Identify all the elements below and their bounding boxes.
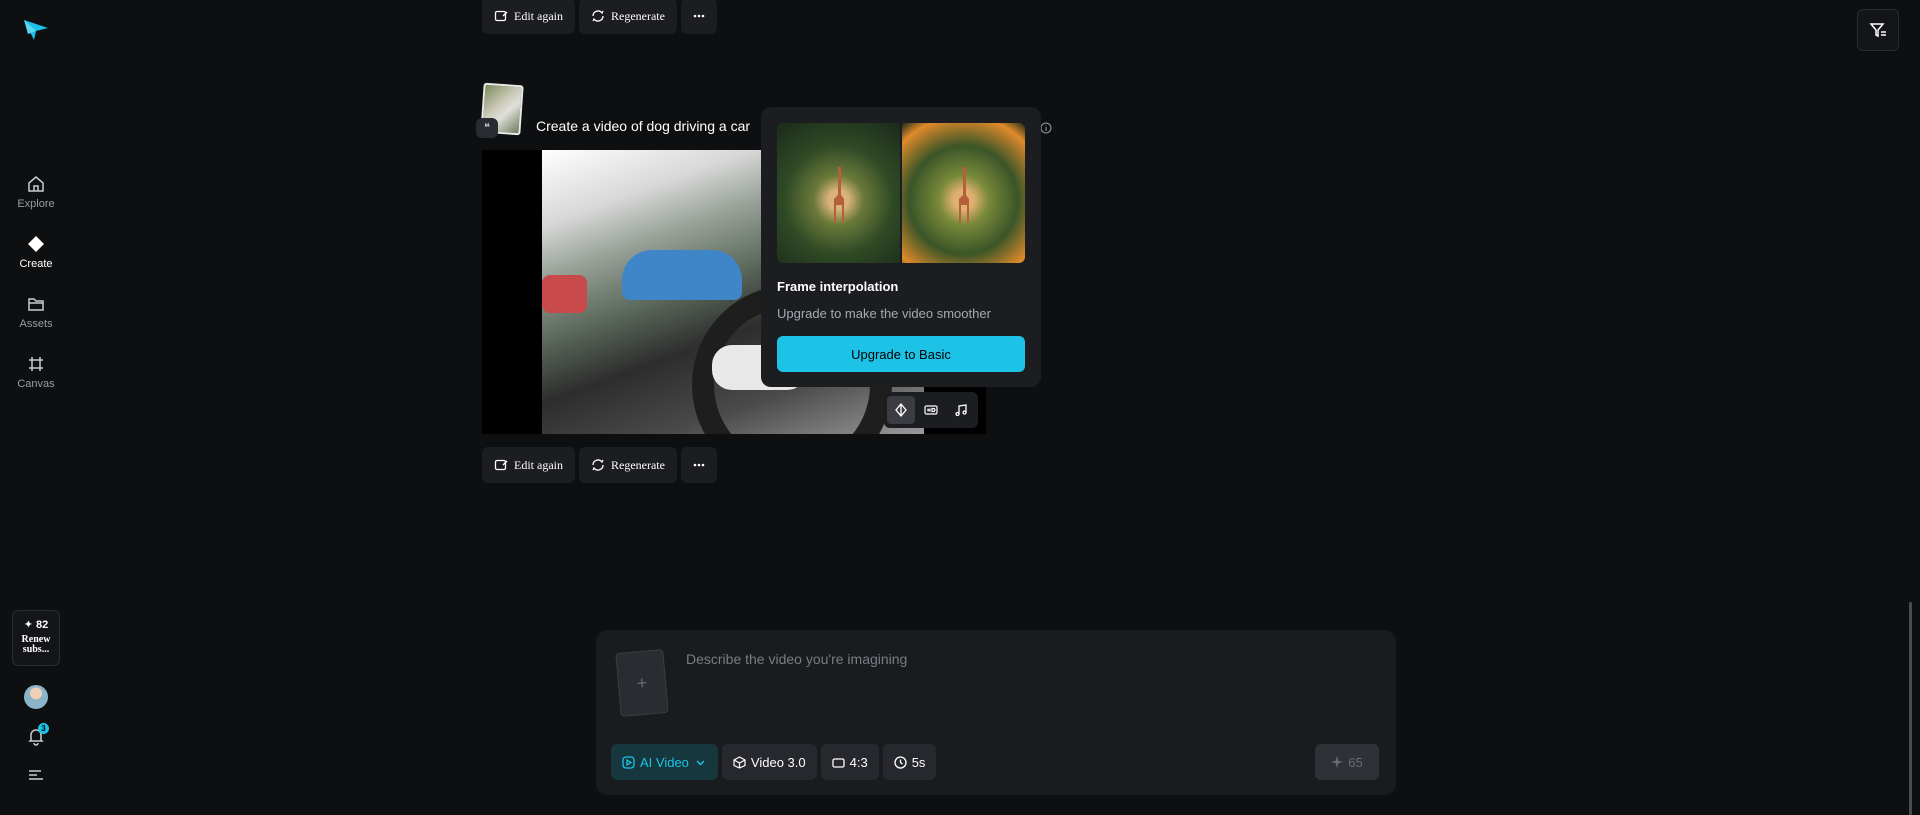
model-label: Video 3.0 — [750, 754, 806, 770]
canvas-icon — [29, 357, 43, 371]
add-image-button[interactable]: + — [615, 649, 669, 717]
filter-button[interactable] — [1857, 9, 1899, 51]
generate-cost: 65 — [1348, 754, 1363, 770]
sidebar-item-label: Canvas — [17, 378, 55, 390]
sidebar-item-canvas[interactable]: Canvas — [6, 354, 66, 402]
sidebar-item-label: Assets — [19, 318, 53, 330]
credits-value: 82 — [36, 619, 49, 631]
frame-interpolation-popover: Frame interpolation Upgrade to make the … — [761, 107, 1041, 387]
popover-subtitle: Upgrade to make the video smoother — [777, 306, 991, 321]
sidebar-item-label: Create — [19, 258, 53, 270]
diamond-icon — [28, 236, 44, 252]
more-options-button[interactable] — [680, 0, 717, 34]
more-options-button[interactable] — [680, 447, 717, 483]
video-toolbar — [884, 392, 978, 428]
more-icon — [693, 14, 705, 18]
before-image — [777, 123, 900, 263]
popover-title: Frame interpolation — [777, 279, 899, 294]
sidebar-item-assets[interactable]: Assets — [6, 294, 66, 342]
edit-again-label: Edit again — [514, 457, 563, 472]
regenerate-button[interactable]: Regenerate — [578, 447, 677, 483]
cube-icon — [733, 755, 746, 769]
mode-selector[interactable]: AI Video — [611, 744, 718, 780]
ratio-label: 4:3 — [849, 754, 868, 770]
regenerate-icon — [592, 459, 604, 471]
chevron-down-icon — [696, 760, 705, 765]
hd-upscale-button[interactable] — [917, 396, 945, 424]
generate-button[interactable]: 65 — [1315, 744, 1379, 780]
sidebar-item-explore[interactable]: Explore — [6, 174, 66, 222]
plus-icon: + — [635, 672, 649, 693]
video-frame-detail — [542, 275, 587, 313]
scrollbar[interactable] — [1909, 602, 1912, 815]
renew-subscription-link[interactable]: Renew subs... — [13, 635, 59, 655]
hd-icon — [924, 405, 938, 415]
quote-icon: ❝ — [476, 118, 498, 138]
more-icon — [693, 463, 705, 467]
clock-icon — [894, 755, 907, 769]
model-selector[interactable]: Video 3.0 — [721, 744, 817, 780]
frame-interpolation-button[interactable] — [887, 396, 915, 424]
giraffe-illustration — [959, 167, 970, 223]
sparkle-icon — [1331, 756, 1344, 768]
prompt-text: Create a video of dog driving a car — [536, 118, 751, 134]
ai-video-icon — [622, 755, 635, 769]
edit-again-button[interactable]: Edit again — [482, 447, 575, 483]
sidebar: Explore Create Assets Canvas ✦ 82 Renew … — [0, 0, 72, 815]
ratio-selector[interactable]: 4:3 — [820, 744, 879, 780]
filter-icon — [1869, 23, 1886, 38]
logo-icon[interactable] — [22, 18, 50, 42]
upgrade-button[interactable]: Upgrade to Basic — [777, 336, 1025, 372]
composer-options: AI Video Video 3.0 4:3 5s — [611, 744, 937, 780]
edit-again-button[interactable]: Edit again — [482, 0, 575, 34]
notification-badge: 3 — [38, 723, 49, 734]
sidebar-item-label: Explore — [17, 198, 55, 210]
app-root: Explore Create Assets Canvas ✦ 82 Renew … — [0, 0, 1920, 815]
mode-label: AI Video — [640, 754, 689, 770]
avatar[interactable] — [24, 685, 48, 709]
add-audio-button[interactable] — [947, 396, 975, 424]
giraffe-illustration — [834, 167, 845, 223]
credits-count: ✦ 82 — [23, 619, 49, 631]
sidebar-item-create[interactable]: Create — [6, 234, 66, 282]
edit-again-label: Edit again — [514, 8, 563, 23]
action-row-top: Edit again Regenerate — [482, 0, 717, 34]
duration-selector[interactable]: 5s — [882, 744, 937, 780]
video-frame-detail — [622, 250, 742, 300]
duration-label: 5s — [911, 754, 926, 770]
regenerate-label: Regenerate — [610, 8, 665, 23]
prompt-composer: + AI Video Video 3.0 4:3 5s 65 — [596, 630, 1396, 795]
action-row: Edit again Regenerate — [482, 447, 717, 483]
folder-icon — [28, 298, 44, 311]
music-icon — [955, 404, 967, 417]
edit-icon — [494, 10, 508, 22]
home-icon — [28, 176, 44, 192]
prompt-input[interactable] — [686, 644, 1366, 674]
after-image — [902, 123, 1025, 263]
ratio-icon — [831, 757, 845, 768]
comparison-image — [777, 123, 1025, 263]
regenerate-label: Regenerate — [610, 457, 665, 472]
menu-icon[interactable] — [27, 768, 45, 782]
regenerate-icon — [592, 10, 604, 22]
edit-icon — [494, 459, 508, 471]
credits-card[interactable]: ✦ 82 Renew subs... — [12, 610, 60, 666]
interpolation-icon — [895, 403, 907, 417]
regenerate-button[interactable]: Regenerate — [578, 0, 677, 34]
info-icon — [1040, 122, 1052, 133]
